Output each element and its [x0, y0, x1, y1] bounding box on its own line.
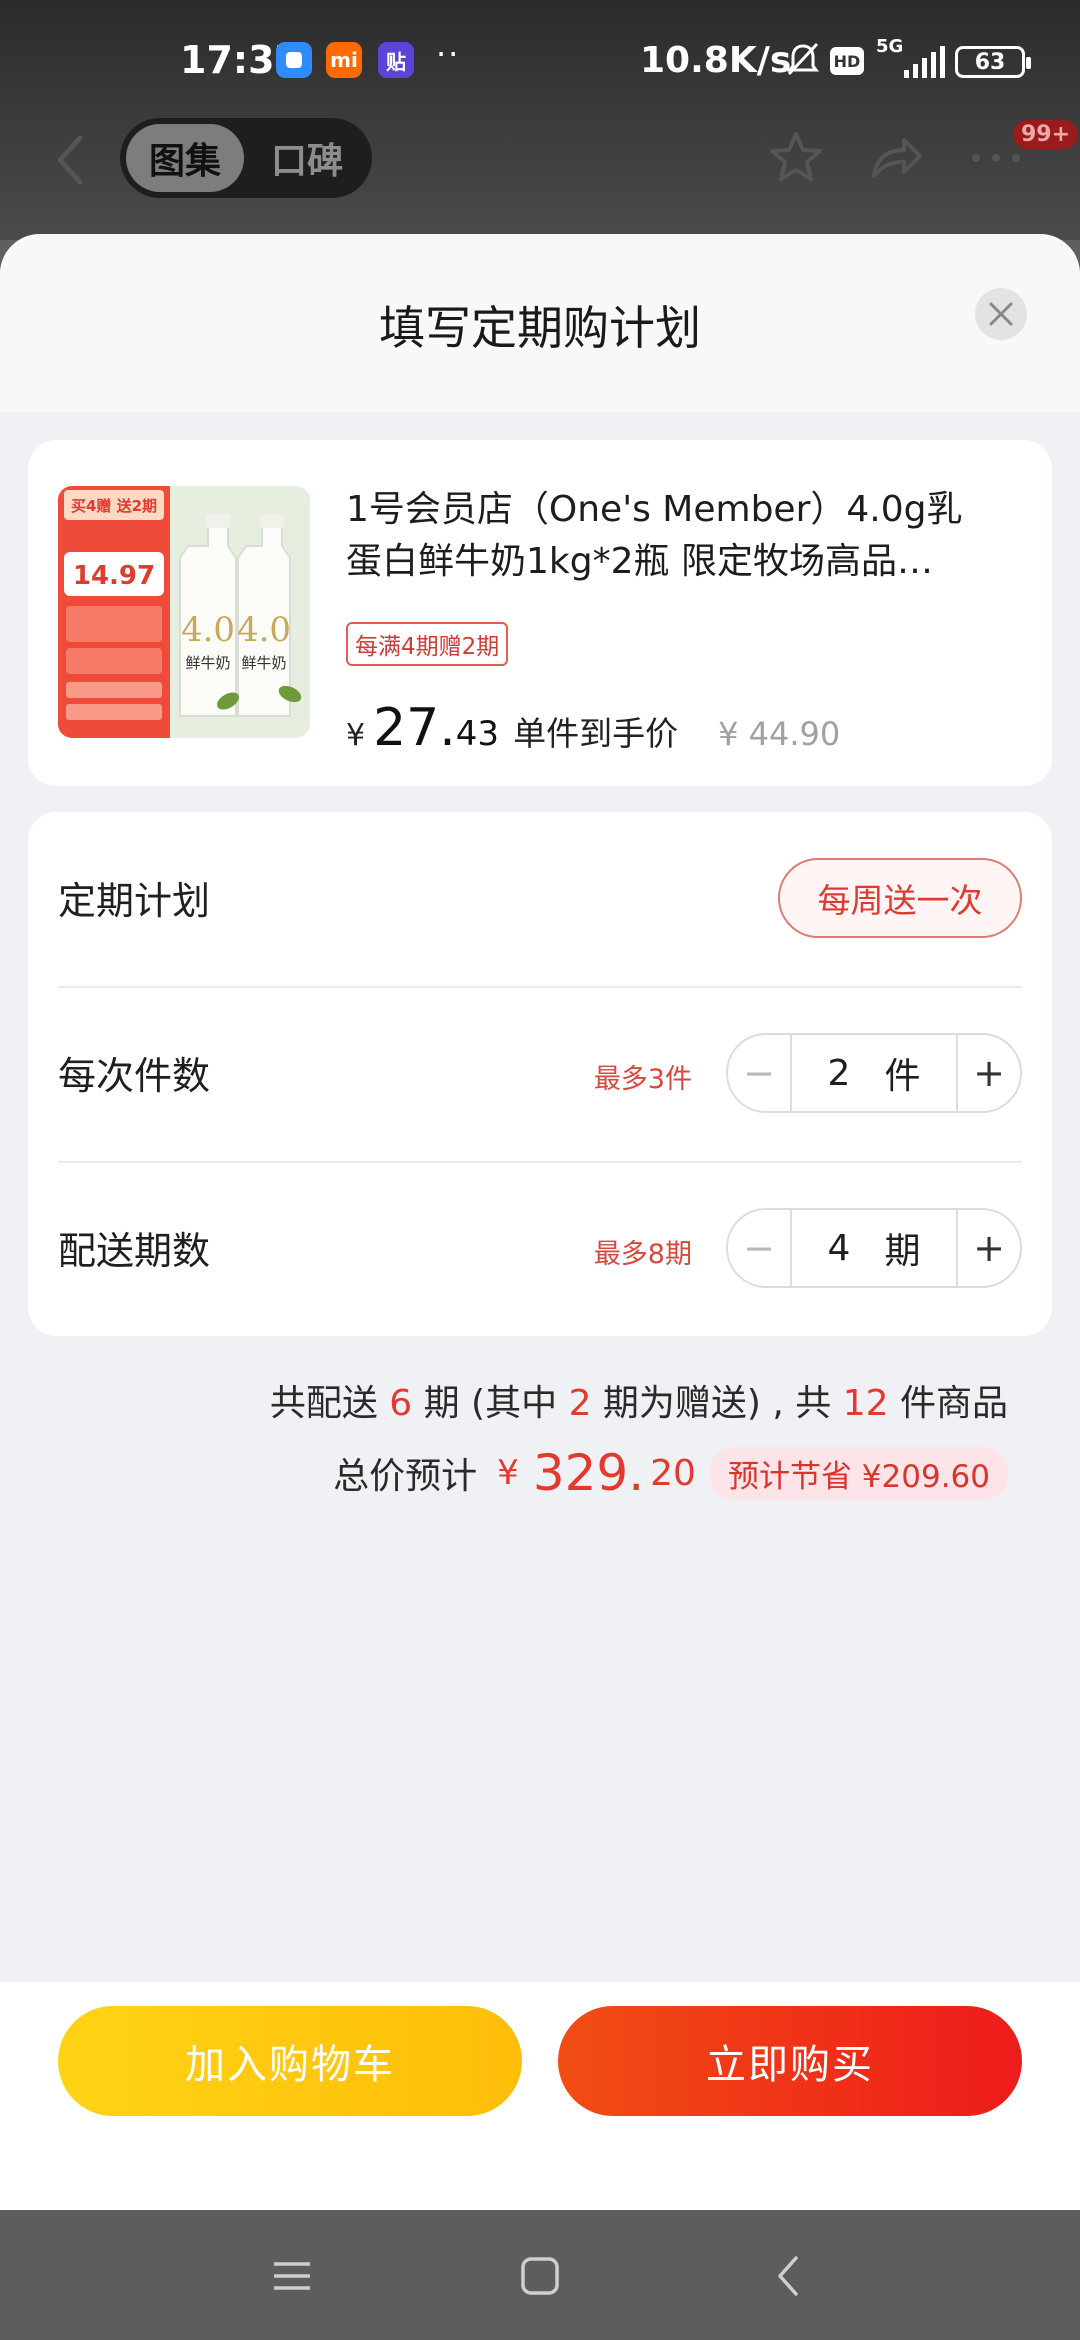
quantity-value: 2 [827, 1052, 851, 1094]
price-integer: 27. [373, 698, 456, 758]
total-currency: ¥ [497, 1453, 519, 1493]
svg-text:买4赠 送2期: 买4赠 送2期 [71, 497, 157, 515]
tie-app-icon: 贴 [378, 42, 414, 78]
periods-increase-button[interactable]: + [958, 1210, 1020, 1286]
frequency-row: 定期计划 每周送一次 [58, 812, 1022, 986]
periods-unit: 期 [884, 1231, 921, 1272]
add-to-cart-button[interactable]: 加入购物车 [58, 2006, 522, 2116]
frequency-label: 定期计划 [58, 879, 211, 923]
delivery-summary: 共配送 6 期 (其中 2 期为赠送) , 共 12 件商品 [270, 1374, 1008, 1426]
product-name-line2: 蛋白鲜牛奶1kg*2瓶 限定牧场高品… [346, 541, 933, 582]
periods-decrease-button[interactable]: − [728, 1210, 790, 1286]
menu-icon[interactable] [270, 2254, 314, 2298]
system-navigation-bar [0, 2210, 1080, 2340]
product-card: 买4赠 送2期 14.97 4.0 4.0 鲜牛奶 鲜牛奶 1号会员店（One'… [28, 440, 1052, 786]
product-name[interactable]: 1号会员店（One's Member）4.0g乳 蛋白鲜牛奶1kg*2瓶 限定牧… [346, 484, 1026, 588]
price-label: 单件到手价 [513, 714, 679, 753]
svg-text:14.97: 14.97 [73, 561, 155, 591]
gift-periods: 2 [568, 1383, 592, 1424]
milk-bottles-image: 买4赠 送2期 14.97 4.0 4.0 鲜牛奶 鲜牛奶 [58, 486, 310, 738]
price-decimal: 43 [455, 714, 500, 754]
quantity-label: 每次件数 [58, 1054, 211, 1098]
notification-badge: 99+ [1013, 120, 1079, 149]
periods-label: 配送期数 [58, 1229, 211, 1273]
svg-text:4.0: 4.0 [237, 610, 291, 650]
action-bar: 加入购物车 立即购买 [0, 1982, 1080, 2210]
hd-icon: HD [830, 47, 864, 75]
periods-value-box[interactable]: 4 期 [790, 1210, 958, 1286]
svg-text:4.0: 4.0 [181, 610, 235, 650]
periods-max-hint: 最多8期 [593, 1239, 692, 1270]
original-price: ¥ 44.90 [718, 715, 841, 753]
more-notifications-dots: ·· [436, 35, 461, 73]
total-periods: 6 [389, 1383, 413, 1424]
summary-text: 共配送 [269, 1383, 390, 1424]
status-bar: 17:37 mi 贴 ·· 10.8K/s HD 5G 63 [0, 0, 1080, 120]
total-label: 总价预计 [333, 1456, 478, 1497]
periods-row: 配送期数 最多8期 − 4 期 + [58, 1162, 1022, 1336]
price-currency: ¥ [346, 718, 366, 753]
summary-text: 期为赠送) , 共 [591, 1383, 843, 1424]
share-icon[interactable] [866, 128, 926, 188]
tab-reviews[interactable]: 口碑 [248, 124, 366, 192]
product-thumbnail[interactable]: 买4赠 送2期 14.97 4.0 4.0 鲜牛奶 鲜牛奶 [58, 486, 310, 738]
sheet-header: 填写定期购计划 [0, 234, 1080, 412]
system-back-icon[interactable] [768, 2254, 812, 2298]
star-icon[interactable] [766, 128, 826, 188]
quantity-max-hint: 最多3件 [593, 1064, 692, 1095]
tab-gallery[interactable]: 图集 [126, 124, 244, 192]
total-items: 12 [842, 1383, 889, 1424]
savings-badge: 预计节省 ¥209.60 [709, 1446, 1008, 1500]
quantity-stepper: − 2 件 + [726, 1033, 1022, 1113]
bell-muted-icon [787, 42, 819, 76]
buy-now-button[interactable]: 立即购买 [558, 2006, 1022, 2116]
battery-icon: 63 [955, 46, 1031, 78]
product-name-line1: 1号会员店（One's Member）4.0g乳 [346, 489, 963, 530]
summary-text: 期 (其中 [412, 1383, 569, 1424]
frequency-selector[interactable]: 每周送一次 [778, 858, 1022, 938]
price-row: ¥ 27. 43 单件到手价 ¥ 44.90 [346, 698, 840, 758]
plan-card: 定期计划 每周送一次 每次件数 最多3件 − 2 件 + 配送期数 最多8期 − [28, 812, 1052, 1336]
quantity-value-box[interactable]: 2 件 [790, 1035, 958, 1111]
home-icon[interactable] [518, 2254, 562, 2298]
quantity-decrease-button[interactable]: − [728, 1035, 790, 1111]
svg-text:鲜牛奶: 鲜牛奶 [241, 654, 286, 672]
subscription-plan-sheet: 填写定期购计划 买4赠 送2期 14.97 4.0 4.0 鲜牛奶 鲜牛奶 1号… [0, 234, 1080, 2210]
close-icon [989, 302, 1013, 326]
total-summary: 总价预计 ¥ 329. 20 预计节省 ¥209.60 [333, 1444, 1008, 1502]
blue-app-icon [276, 42, 312, 78]
view-tab-switcher: 图集 口碑 [120, 118, 372, 198]
quantity-increase-button[interactable]: + [958, 1035, 1020, 1111]
back-arrow-icon[interactable] [50, 130, 90, 190]
periods-value: 4 [827, 1227, 851, 1269]
periods-stepper: − 4 期 + [726, 1208, 1022, 1288]
sheet-title: 填写定期购计划 [379, 301, 701, 355]
total-decimal: 20 [650, 1452, 696, 1494]
mi-app-icon: mi [326, 42, 362, 78]
summary-text: 件商品 [888, 1383, 1008, 1424]
svg-text:鲜牛奶: 鲜牛奶 [185, 654, 230, 672]
signal-icon [904, 46, 945, 78]
quantity-row: 每次件数 最多3件 − 2 件 + [58, 987, 1022, 1161]
promo-tag: 每满4期赠2期 [346, 622, 509, 666]
close-button[interactable] [975, 288, 1027, 340]
network-speed: 10.8K/s [640, 40, 792, 81]
quantity-unit: 件 [884, 1056, 921, 1097]
total-integer: 329. [532, 1444, 645, 1502]
